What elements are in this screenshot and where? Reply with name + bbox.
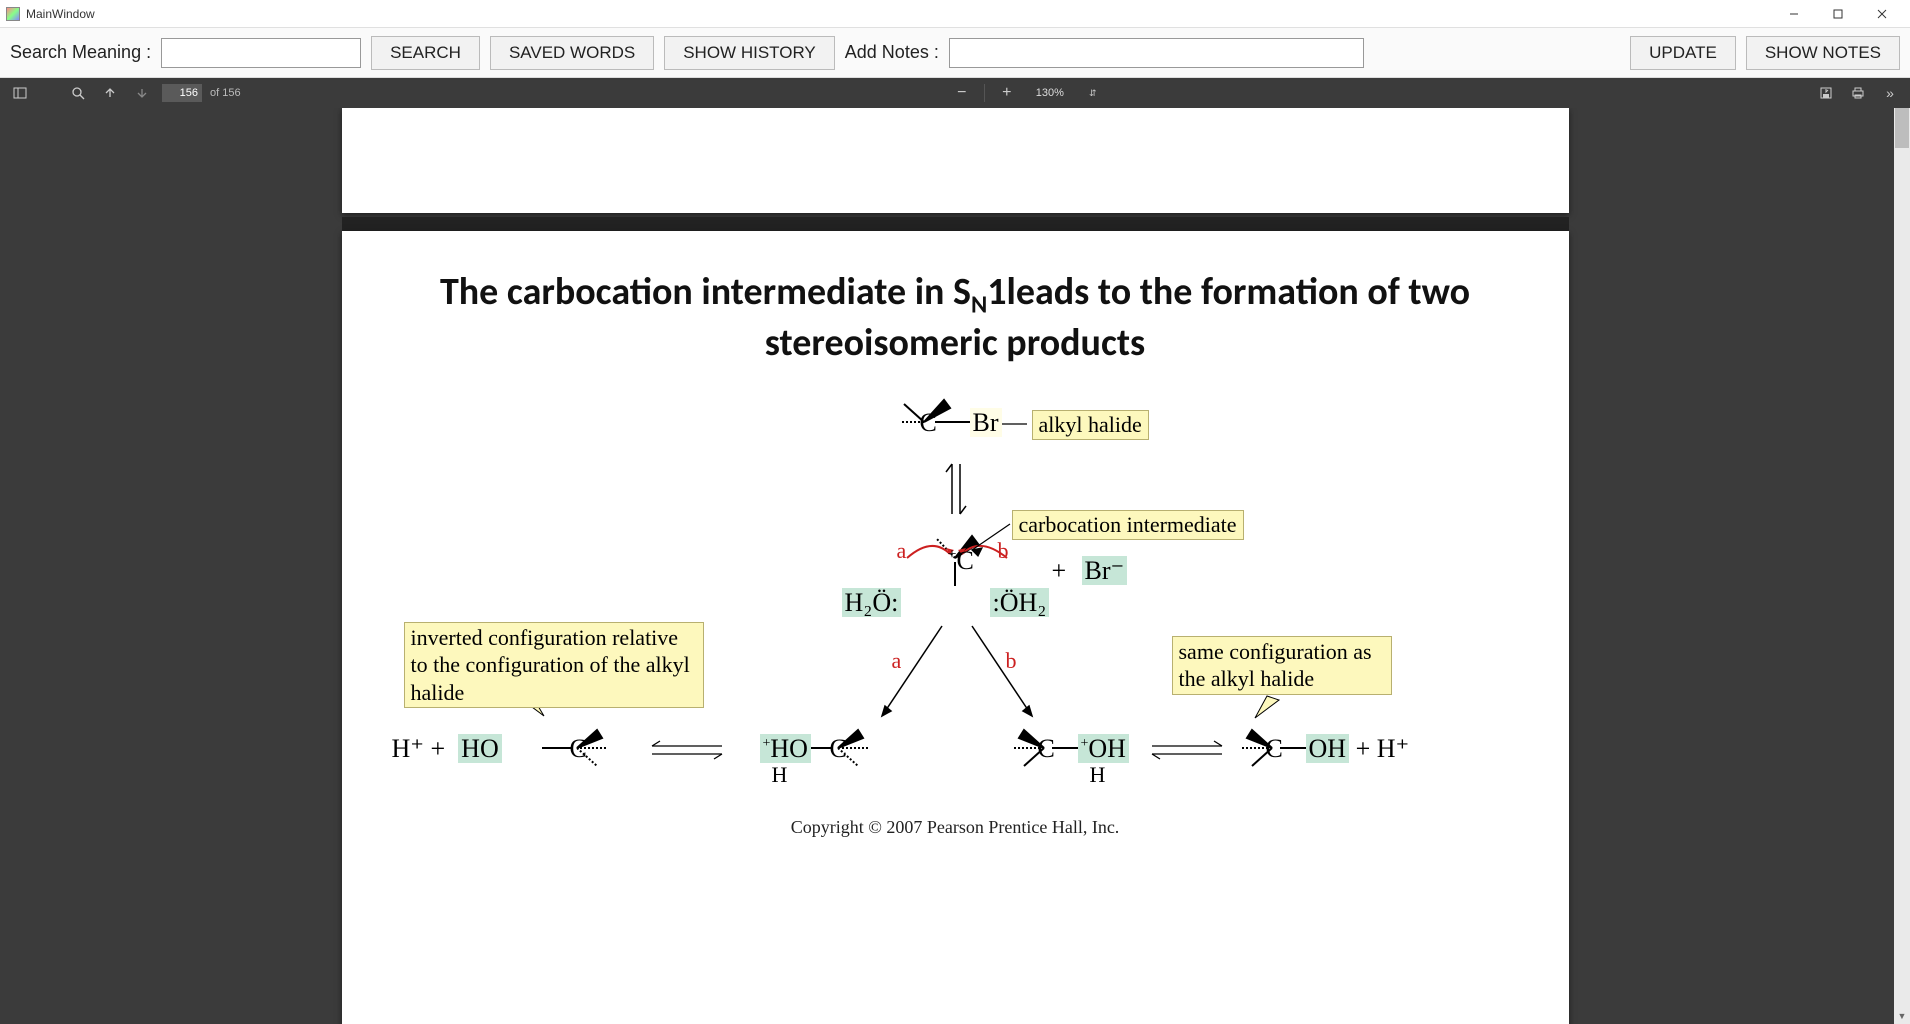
scroll-down-icon[interactable]: ▼	[1894, 1008, 1910, 1024]
chem-carbon-top: C	[920, 408, 937, 438]
pdf-toolbar: of 156 − + 130% ⇵ »	[0, 78, 1910, 108]
zoom-in-icon[interactable]: +	[995, 81, 1019, 105]
search-button[interactable]: SEARCH	[371, 36, 480, 70]
path-b-upper: b	[998, 538, 1009, 564]
chem-product-right1: +OH	[1078, 734, 1129, 764]
search-label: Search Meaning :	[10, 42, 151, 63]
chem-plus-sign: +	[1052, 556, 1067, 586]
chem-h-left2: H	[772, 762, 788, 788]
app-icon	[6, 7, 20, 21]
reaction-diagram: C Br alkyl halide +C + Br⁻ carbocation i…	[372, 386, 1539, 946]
find-icon[interactable]	[66, 81, 90, 105]
label-alkyl-halide: alkyl halide	[1032, 410, 1149, 440]
chem-product-left1: H⁺ + HO	[392, 734, 502, 764]
chem-c-left2: C	[830, 734, 847, 764]
chem-h2o-left: H₂Ö:	[842, 588, 902, 618]
print-icon[interactable]	[1846, 81, 1870, 105]
chem-c-right2: C	[1266, 734, 1283, 764]
zoom-out-icon[interactable]: −	[950, 81, 974, 105]
chem-product-left2: +HO	[760, 734, 811, 764]
next-page-icon[interactable]	[130, 81, 154, 105]
pdf-page: The carbocation intermediate in SN1leads…	[342, 231, 1569, 1024]
label-inverted-config: inverted configuration relative to the c…	[404, 622, 704, 709]
chem-h2o-right: :ÖH₂	[990, 588, 1050, 618]
notes-input[interactable]	[949, 38, 1364, 68]
update-button[interactable]: UPDATE	[1630, 36, 1736, 70]
copyright-text: Copyright © 2007 Pearson Prentice Hall, …	[372, 817, 1539, 838]
path-b-lower: b	[1006, 648, 1017, 674]
show-notes-button[interactable]: SHOW NOTES	[1746, 36, 1900, 70]
path-a-upper: a	[897, 538, 907, 564]
search-input[interactable]	[161, 38, 361, 68]
previous-page-sliver	[342, 108, 1569, 213]
app-toolbar: Search Meaning : SEARCH SAVED WORDS SHOW…	[0, 28, 1910, 78]
label-carbocation: carbocation intermediate	[1012, 510, 1244, 540]
sidebar-toggle-icon[interactable]	[8, 81, 32, 105]
chem-product-right2: OH + H⁺	[1306, 734, 1410, 764]
save-icon[interactable]	[1814, 81, 1838, 105]
page-total-label: of 156	[210, 87, 241, 99]
scroll-thumb[interactable]	[1895, 108, 1909, 148]
chem-bromine: Br	[970, 408, 1002, 438]
window-title: MainWindow	[26, 7, 95, 21]
pdf-viewer: The carbocation intermediate in SN1leads…	[0, 108, 1910, 1024]
chem-h-right1: H	[1090, 762, 1106, 788]
chem-c-left1: C	[570, 734, 587, 764]
chem-carbocation: +C	[948, 546, 974, 576]
saved-words-button[interactable]: SAVED WORDS	[490, 36, 654, 70]
slide-title: The carbocation intermediate in SN1leads…	[372, 269, 1539, 368]
more-tools-icon[interactable]: »	[1878, 81, 1902, 105]
maximize-button[interactable]	[1816, 0, 1860, 28]
vertical-scrollbar[interactable]: ▲ ▼	[1894, 108, 1910, 1024]
prev-page-icon[interactable]	[98, 81, 122, 105]
minimize-button[interactable]	[1772, 0, 1816, 28]
zoom-value: 130%	[1025, 87, 1075, 99]
page-number-input[interactable]	[162, 84, 202, 102]
zoom-dropdown-icon[interactable]: ⇵	[1081, 81, 1105, 105]
show-history-button[interactable]: SHOW HISTORY	[664, 36, 835, 70]
zoom-controls: − + 130% ⇵	[950, 81, 1105, 105]
chem-c-right1: C	[1038, 734, 1055, 764]
chem-bromide-ion: Br⁻	[1082, 556, 1128, 586]
label-same-config: same configuration as the alkyl halide	[1172, 636, 1392, 695]
window-titlebar: MainWindow	[0, 0, 1910, 28]
path-a-lower: a	[892, 648, 902, 674]
close-button[interactable]	[1860, 0, 1904, 28]
add-notes-label: Add Notes :	[845, 42, 939, 63]
